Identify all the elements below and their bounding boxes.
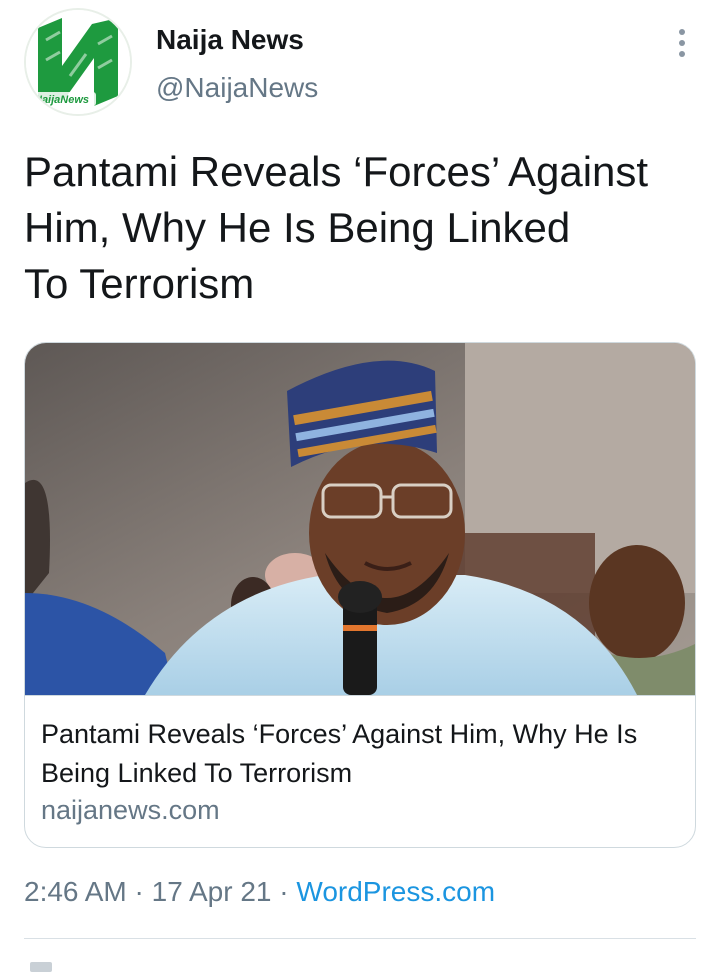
meta-separator: · (126, 876, 152, 907)
tweet-text-line: Pantami Reveals ‘Forces’ Against (24, 148, 649, 195)
link-preview-card[interactable]: Pantami Reveals ‘Forces’ Against Him, Wh… (24, 342, 696, 848)
more-vertical-icon[interactable] (672, 26, 692, 60)
tweet-text-line: Him, Why He Is Being Linked (24, 204, 571, 251)
tweet-text: Pantami Reveals ‘Forces’ Against Him, Wh… (24, 144, 696, 312)
meta-separator: · (271, 876, 297, 907)
tweet-meta: 2:46 AM · 17 Apr 21 · WordPress.com (24, 876, 495, 908)
card-photo[interactable] (25, 343, 695, 695)
tweet-header: NaijaNews Naija News @NaijaNews (24, 8, 696, 118)
truncated-content (30, 962, 90, 972)
naija-news-logo-icon: NaijaNews (26, 10, 130, 114)
svg-text:NaijaNews: NaijaNews (34, 94, 89, 106)
divider (24, 938, 696, 939)
author-handle[interactable]: @NaijaNews (156, 72, 318, 104)
tweet-date: 17 Apr 21 (151, 876, 272, 907)
card-divider (25, 695, 695, 696)
card-title[interactable]: Pantami Reveals ‘Forces’ Against Him, Wh… (41, 715, 681, 793)
dot (679, 29, 685, 35)
source-link[interactable]: WordPress.com (296, 876, 495, 907)
author-name[interactable]: Naija News (156, 24, 304, 56)
dot (679, 51, 685, 57)
avatar[interactable]: NaijaNews (24, 8, 132, 116)
tweet-text-line: To Terrorism (24, 260, 255, 307)
card-domain[interactable]: naijanews.com (41, 795, 220, 826)
tweet-time: 2:46 AM (24, 876, 127, 907)
dot (679, 40, 685, 46)
